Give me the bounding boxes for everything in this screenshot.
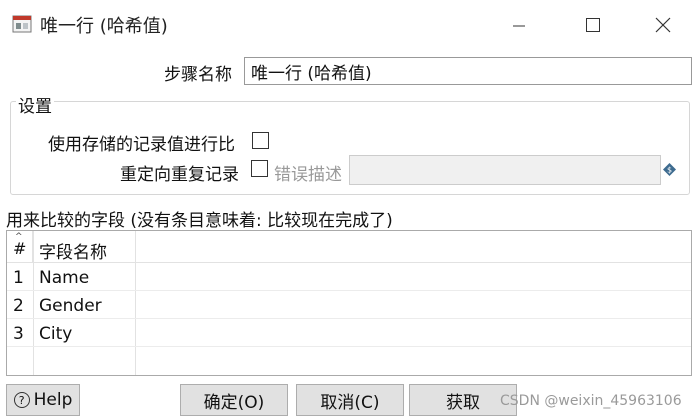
variable-icon[interactable]: $ bbox=[663, 163, 676, 176]
window-title: 唯一行 (哈希值) bbox=[40, 16, 168, 37]
ok-button[interactable]: 确定(O) bbox=[180, 384, 288, 416]
column-header-field-name[interactable]: 字段名称 bbox=[39, 238, 107, 263]
fields-caption: 用来比较的字段 (没有条目意味着: 比较现在完成了) bbox=[6, 211, 393, 231]
redirect-duplicates-checkbox[interactable] bbox=[251, 160, 268, 177]
close-button[interactable] bbox=[640, 8, 686, 42]
step-name-label: 步骤名称 bbox=[164, 65, 232, 85]
maximize-button[interactable] bbox=[570, 8, 616, 42]
field-name-cell[interactable]: Name bbox=[39, 268, 89, 288]
field-name-cell[interactable]: City bbox=[39, 324, 72, 344]
help-button-label: Help bbox=[33, 390, 73, 410]
svg-text:$: $ bbox=[667, 166, 672, 175]
settings-group-title: 设置 bbox=[16, 92, 54, 117]
use-stored-values-checkbox[interactable] bbox=[252, 132, 269, 149]
help-icon: ? bbox=[13, 392, 30, 408]
error-description-label: 错误描述 bbox=[274, 165, 342, 185]
kettle-step-icon bbox=[12, 15, 32, 33]
table-row[interactable]: 3 City bbox=[7, 319, 691, 347]
help-button[interactable]: ? Help bbox=[6, 384, 80, 416]
close-icon bbox=[655, 17, 671, 33]
step-name-input[interactable] bbox=[244, 57, 692, 85]
cancel-button[interactable]: 取消(C) bbox=[296, 384, 404, 416]
table-row[interactable]: 1 Name bbox=[7, 263, 691, 291]
table-header: ^ # 字段名称 bbox=[7, 231, 691, 263]
use-stored-values-label: 使用存储的记录值进行比 bbox=[48, 135, 235, 155]
field-name-cell[interactable]: Gender bbox=[39, 296, 102, 316]
table-row[interactable]: 2 Gender bbox=[7, 291, 691, 319]
error-description-input[interactable] bbox=[349, 155, 661, 185]
column-header-number[interactable]: ^ # bbox=[7, 231, 33, 263]
minimize-button[interactable] bbox=[496, 8, 542, 42]
title-bar: 唯一行 (哈希值) bbox=[0, 0, 700, 50]
redirect-duplicates-label: 重定向重复记录 bbox=[120, 165, 239, 185]
row-number: 2 bbox=[13, 296, 24, 316]
watermark: CSDN @weixin_45963106 bbox=[500, 393, 682, 409]
maximize-icon bbox=[586, 18, 600, 32]
minimize-icon bbox=[513, 25, 525, 27]
fields-table: ^ # 字段名称 1 Name 2 Gender 3 City bbox=[6, 230, 692, 376]
row-number: 3 bbox=[13, 324, 24, 344]
row-number: 1 bbox=[13, 268, 24, 288]
